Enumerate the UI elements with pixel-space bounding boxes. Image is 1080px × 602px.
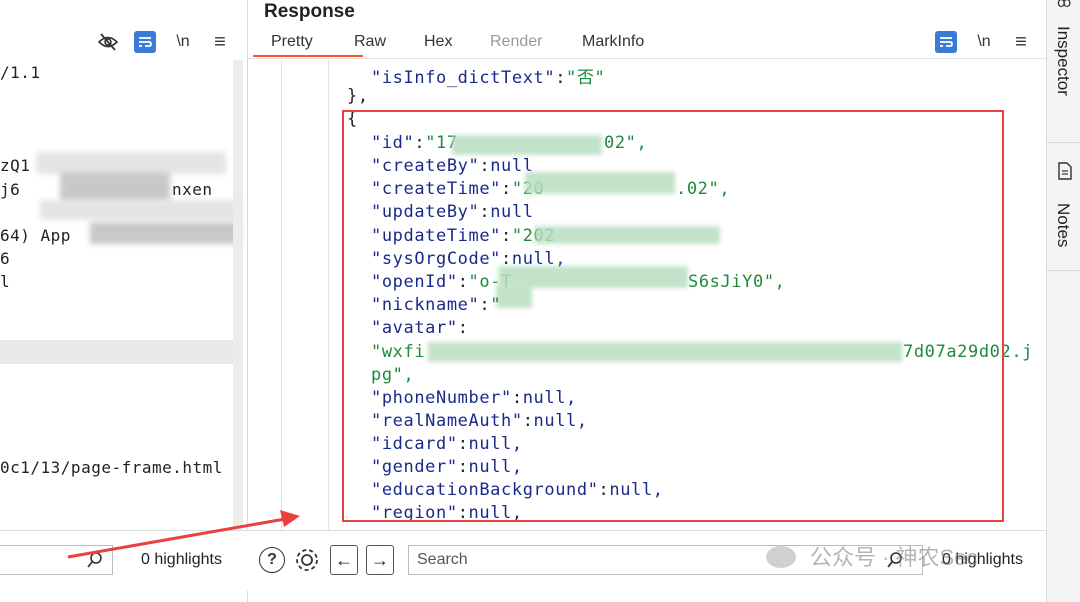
newline-toggle-label: \n bbox=[176, 33, 190, 50]
menu-icon[interactable]: ≡ bbox=[1010, 31, 1032, 53]
inspector-tab[interactable]: Inspector bbox=[1053, 26, 1073, 96]
json-colon: : bbox=[555, 68, 567, 88]
wechat-logo-icon bbox=[766, 546, 796, 568]
search-placeholder: Search bbox=[417, 551, 468, 568]
tab-render[interactable]: Render bbox=[490, 33, 542, 51]
tab-divider bbox=[248, 58, 1046, 59]
json-string: "否" bbox=[566, 68, 606, 88]
redaction-blur bbox=[40, 200, 240, 220]
request-line: 64) App bbox=[0, 226, 71, 245]
scrollbar[interactable] bbox=[233, 60, 243, 530]
request-line: /1.1 bbox=[0, 63, 41, 82]
sidebar-divider bbox=[1047, 270, 1080, 271]
hide-eye-icon[interactable] bbox=[97, 31, 119, 53]
json-line: "isInfo_dictText":"否" bbox=[371, 63, 605, 88]
notes-icon[interactable] bbox=[1058, 162, 1072, 185]
json-line: }, bbox=[347, 86, 369, 106]
redaction-blur bbox=[90, 222, 240, 244]
annotation-arrow bbox=[67, 510, 300, 559]
newline-toggle-button[interactable]: \n bbox=[973, 31, 995, 53]
request-line: 6 bbox=[0, 249, 11, 268]
inspector-sidebar: ꝏ Inspector Notes bbox=[1046, 0, 1080, 602]
word-wrap-icon[interactable] bbox=[134, 31, 156, 53]
menu-icon[interactable]: ≡ bbox=[209, 31, 231, 53]
request-line: nxen bbox=[172, 180, 213, 199]
request-line: l bbox=[0, 272, 11, 291]
selected-line-highlight bbox=[0, 340, 233, 364]
newline-toggle-button[interactable]: \n bbox=[172, 31, 194, 53]
inspector-icon[interactable]: ꝏ bbox=[1057, 0, 1071, 11]
word-wrap-icon[interactable] bbox=[935, 31, 957, 53]
indent-guide bbox=[328, 60, 329, 530]
tab-markinfo[interactable]: MarkInfo bbox=[582, 33, 644, 51]
response-title: Response bbox=[264, 1, 355, 22]
redaction-blur bbox=[36, 152, 226, 174]
redaction-blur bbox=[60, 172, 170, 202]
tab-pretty[interactable]: Pretty bbox=[271, 33, 313, 51]
json-key: "isInfo_dictText" bbox=[371, 68, 556, 88]
sidebar-divider bbox=[1047, 142, 1080, 143]
indent-guide bbox=[281, 60, 282, 530]
request-line: 0c1/13/page-frame.html bbox=[0, 458, 223, 477]
next-match-button[interactable]: → bbox=[366, 545, 394, 575]
previous-match-button[interactable]: ← bbox=[330, 545, 358, 575]
active-tab-indicator bbox=[253, 55, 363, 57]
request-line: j6 bbox=[0, 180, 21, 199]
tab-hex[interactable]: Hex bbox=[424, 33, 452, 51]
request-line: zQ1 bbox=[0, 156, 31, 175]
newline-toggle-label: \n bbox=[977, 33, 991, 50]
annotation-highlight-box bbox=[342, 110, 1004, 522]
watermark-text: 公众号 · 神农Sec bbox=[810, 545, 978, 570]
tab-raw[interactable]: Raw bbox=[354, 33, 386, 51]
notes-tab[interactable]: Notes bbox=[1053, 203, 1073, 247]
